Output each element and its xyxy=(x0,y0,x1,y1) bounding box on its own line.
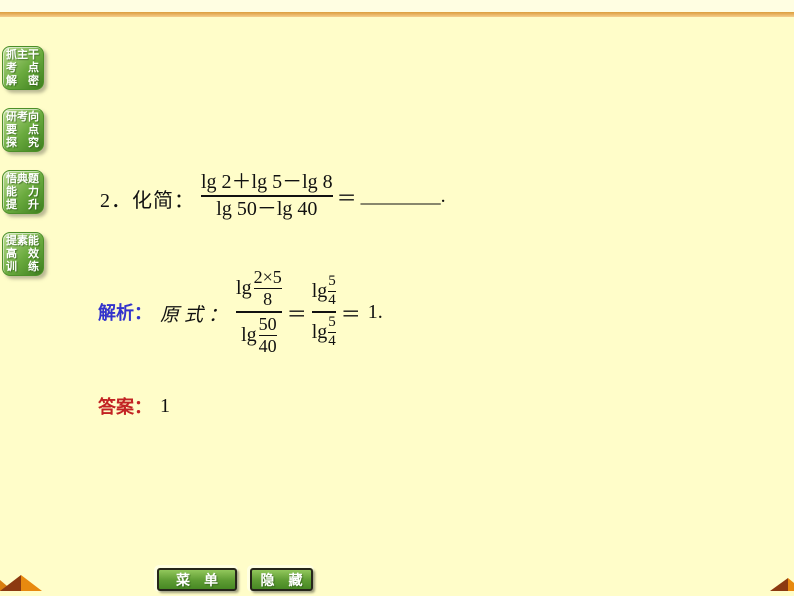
fraction-bar xyxy=(311,311,336,313)
inner-fraction: 5 4 xyxy=(328,314,336,350)
corner-ornament-right xyxy=(758,575,794,596)
sidebar-item-2[interactable]: 研考向 要 点 探 究 xyxy=(2,108,44,152)
lg-function: lg xyxy=(241,324,257,347)
fraction-bar xyxy=(201,195,333,197)
solution-line: 解析： 原式： lg 2×5 8 lg 50 40 ＝ lg 5 4 lg 5 … xyxy=(98,253,383,371)
fraction-numerator: lg 2＋lg 5－lg 8 xyxy=(201,171,333,193)
problem-label: 2．化简： xyxy=(100,189,195,212)
problem-fraction: lg 2＋lg 5－lg 8 lg 50－lg 40 xyxy=(201,172,333,220)
fraction-denominator: 4 xyxy=(328,292,336,309)
sidebar-item-label: 训 练 xyxy=(6,260,39,273)
hide-button[interactable]: 隐 藏 xyxy=(250,568,313,591)
fraction-denominator: 40 xyxy=(258,336,277,357)
solution-fraction-1: lg 2×5 8 lg 50 40 xyxy=(236,266,282,357)
inner-fraction: 5 4 xyxy=(328,273,336,309)
sidebar-item-label: 研考向 xyxy=(6,110,39,123)
lg-function: lg xyxy=(236,276,252,299)
sidebar-item-label: 要 点 xyxy=(6,123,39,136)
sidebar-item-label: 探 究 xyxy=(6,136,39,149)
corner-ornament-left xyxy=(0,573,44,596)
sidebar-item-label: 悟典题 xyxy=(6,172,39,185)
fraction-numerator: 5 xyxy=(328,273,336,289)
menu-button[interactable]: 菜 单 xyxy=(157,568,237,591)
fraction-denominator: 8 xyxy=(263,289,273,310)
sidebar-item-label: 抓主干 xyxy=(6,48,39,61)
inner-fraction: 50 40 xyxy=(258,314,277,357)
top-divider xyxy=(0,12,794,17)
answer-line: 答案： 1 xyxy=(98,392,170,420)
sidebar-item-1[interactable]: 抓主干 考 点 解 密 xyxy=(2,46,44,90)
inner-fraction: 2×5 8 xyxy=(253,266,282,310)
fraction-numerator: 50 xyxy=(258,314,277,334)
equals-sign: ＝ xyxy=(286,303,307,326)
fraction-numerator: 5 xyxy=(328,314,336,330)
answer-tag: 答案： xyxy=(98,397,152,417)
fraction-numerator: 2×5 xyxy=(253,266,282,287)
menu-button-label: 菜 单 xyxy=(176,571,218,588)
sidebar-item-label: 提 升 xyxy=(6,198,39,211)
lg-function: lg xyxy=(311,321,328,343)
solution-prefix: 原式： xyxy=(160,304,233,326)
answer-blank: ________ xyxy=(360,184,441,207)
sidebar-item-4[interactable]: 提素能 高 效 训 练 xyxy=(2,232,44,276)
sidebar-item-label: 高 效 xyxy=(6,247,39,260)
fraction-denominator: lg 50－lg 40 xyxy=(216,198,318,220)
sidebar-item-label: 解 密 xyxy=(6,74,39,87)
fraction-bar xyxy=(236,311,282,313)
top-strip xyxy=(0,0,794,12)
sidebar-item-3[interactable]: 悟典题 能 力 提 升 xyxy=(2,170,44,214)
answer-value: 1 xyxy=(160,394,170,417)
fraction-denominator: 4 xyxy=(328,333,336,350)
sidebar-item-label: 考 点 xyxy=(6,61,39,74)
analysis-tag: 解析： xyxy=(98,303,152,323)
sidebar-item-label: 提素能 xyxy=(6,234,39,247)
lg-function: lg xyxy=(311,280,328,302)
equals-sign: ＝ xyxy=(340,303,361,326)
solution-fraction-2: lg 5 4 lg 5 4 xyxy=(311,273,336,350)
sidebar-item-label: 能 力 xyxy=(6,185,39,198)
equals-sign: ＝ xyxy=(336,187,357,210)
hide-button-label: 隐 藏 xyxy=(260,571,303,588)
solution-result: 1. xyxy=(367,300,383,323)
period: . xyxy=(440,184,446,207)
problem-statement: 2．化简： lg 2＋lg 5－lg 8 lg 50－lg 40 ＝ _____… xyxy=(100,166,446,226)
slide: 抓主干 考 点 解 密 研考向 要 点 探 究 悟典题 能 力 提 升 提素能 … xyxy=(0,0,794,596)
